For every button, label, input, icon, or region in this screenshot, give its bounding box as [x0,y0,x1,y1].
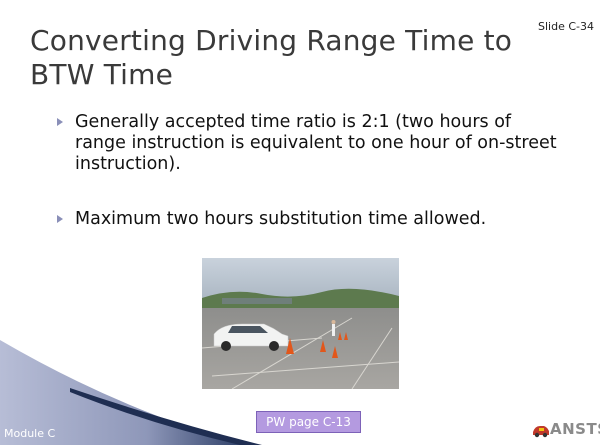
bullet-text: Generally accepted time ratio is 2:1 (tw… [75,112,557,174]
anstse-logo: ANSTSE [532,420,600,440]
bullet-item: Generally accepted time ratio is 2:1 (tw… [57,112,567,175]
module-label: Module C [4,427,56,440]
slide: Slide C-34 Converting Driving Range Time… [0,0,600,445]
pw-page-button[interactable]: PW page C-13 [256,411,361,433]
bullet-text: Maximum two hours substitution time allo… [75,209,487,229]
car-logo-icon [533,426,549,438]
bullet-arrow-icon [57,215,63,223]
bullet-arrow-icon [57,118,63,126]
slide-title: Converting Driving Range Time to BTW Tim… [30,24,513,91]
bullet-item: Maximum two hours substitution time allo… [57,209,567,230]
logo-text: ANSTSE [550,420,600,438]
bullet-list: Generally accepted time ratio is 2:1 (tw… [57,112,567,230]
